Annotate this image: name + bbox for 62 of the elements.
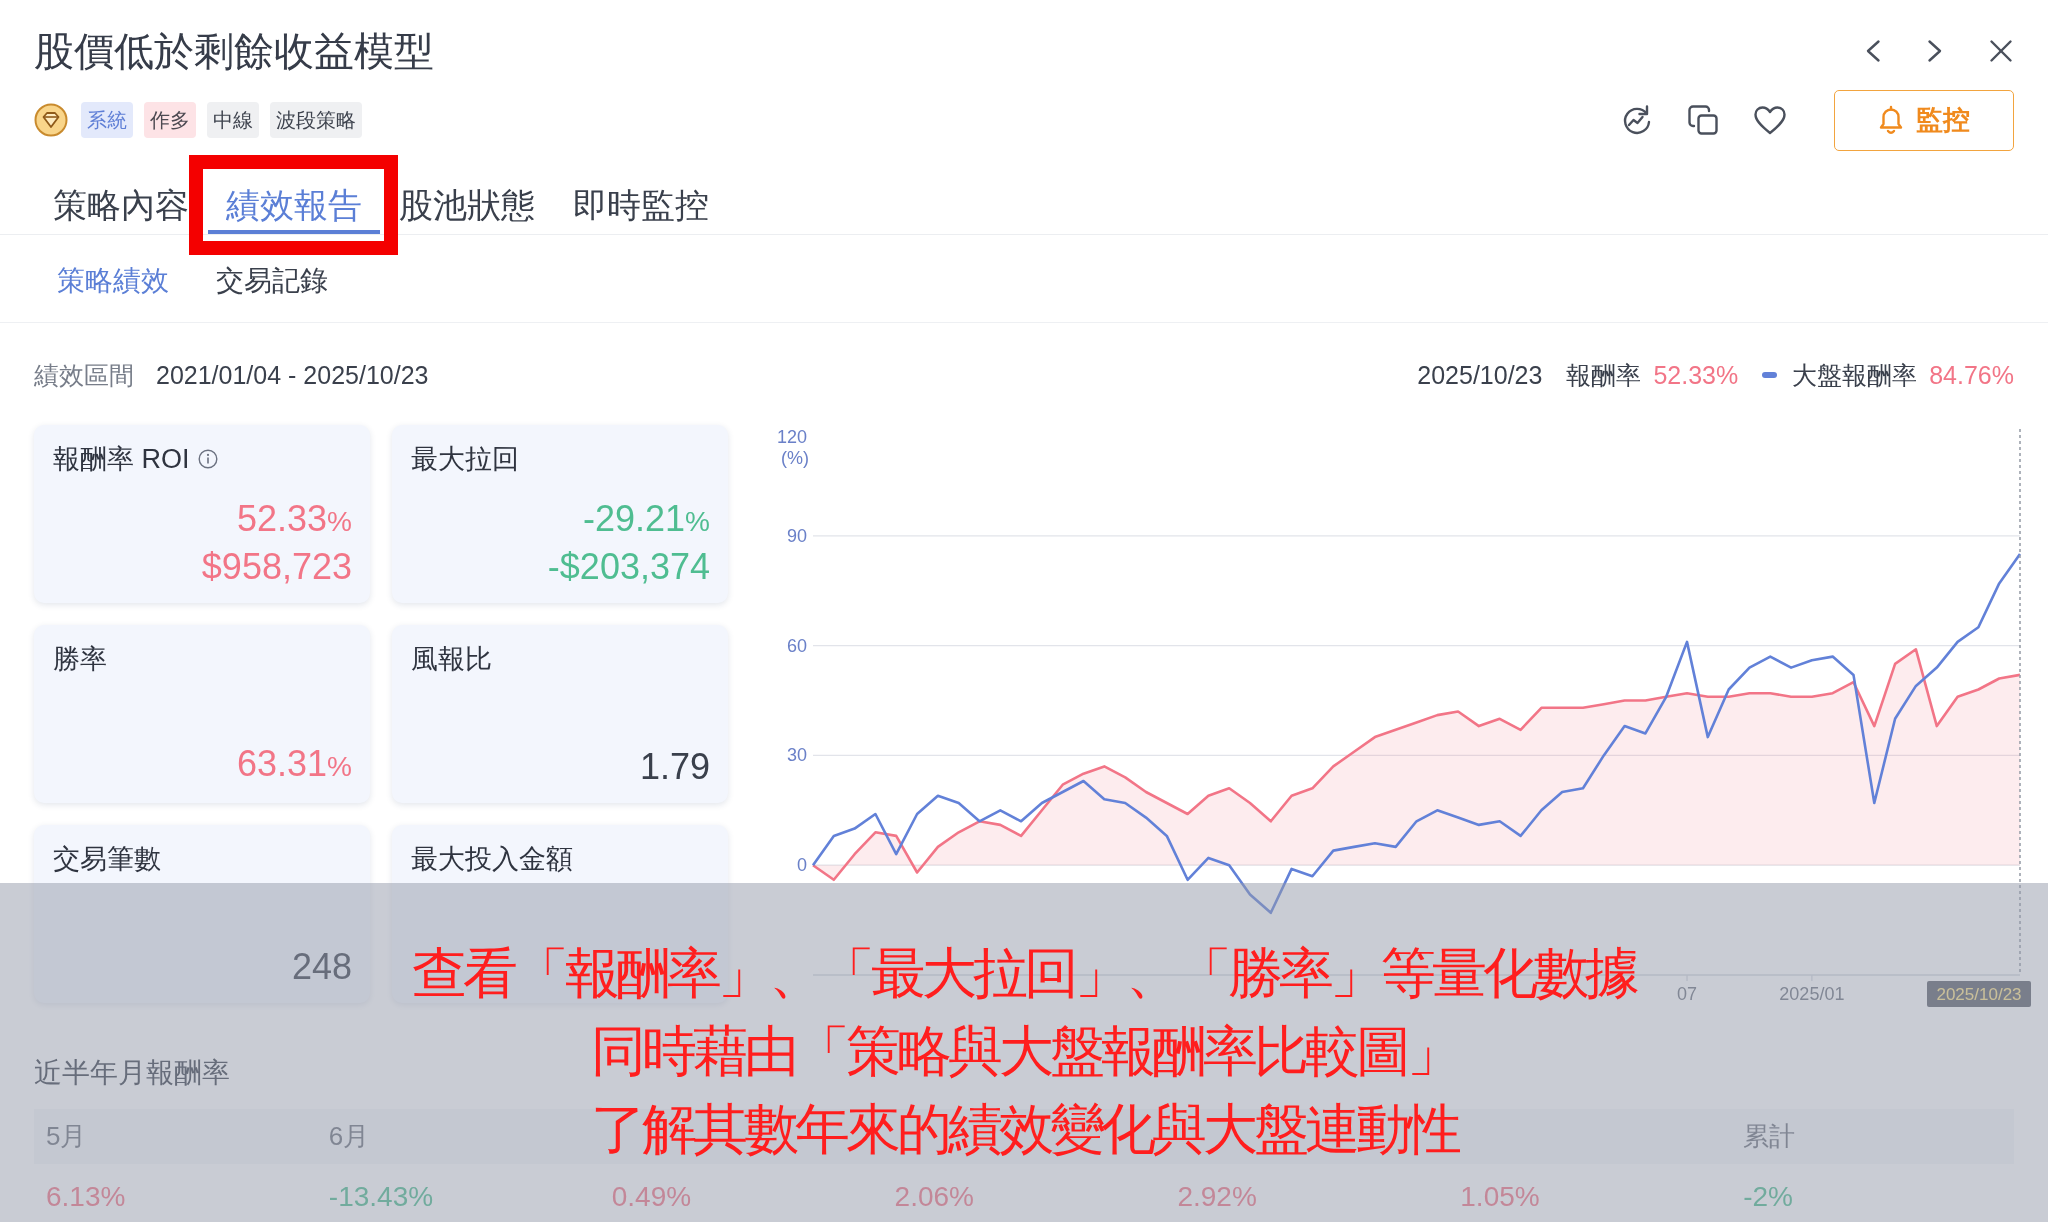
column-header: 累計 — [1743, 1121, 1796, 1151]
y-tick-label: 60 — [786, 635, 807, 656]
coin-icon — [34, 103, 68, 137]
x-tick-label: 2025/01 — [1779, 984, 1845, 1004]
card-title: 交易筆數 — [53, 843, 161, 876]
table-cell: 0.49% — [611, 1181, 692, 1212]
close-icon[interactable] — [1990, 40, 2012, 62]
chevron-right-icon[interactable] — [1928, 40, 1942, 62]
tab[interactable]: 即時監控 — [573, 182, 709, 234]
heart-icon[interactable] — [1754, 105, 1786, 135]
table-cell: 2.06% — [894, 1181, 974, 1212]
metric-value: 63.31% — [237, 742, 352, 786]
legend-label: 大盤報酬率 — [1792, 359, 1918, 391]
card-title: 風報比 — [411, 643, 492, 676]
tag: 波段策略 — [270, 102, 362, 138]
legend-value: 52.33% — [1653, 360, 1739, 390]
y-tick-label: 120 — [776, 427, 807, 447]
period-label: 績效區間 — [34, 359, 134, 391]
metric-value: 52.33% — [237, 497, 352, 541]
info-icon[interactable] — [197, 449, 218, 469]
metric-value: $958,723 — [201, 545, 352, 589]
column-header: 5月 — [46, 1121, 87, 1151]
table-cell: 2.92% — [1177, 1181, 1257, 1212]
column-header: 6月 — [328, 1121, 370, 1151]
tag: 作多 — [144, 102, 196, 138]
caption-line: 查看「報酬率」、「最大拉回」、「勝率」等量化數據 — [412, 941, 1636, 1006]
tab[interactable]: 績效報告 — [208, 182, 380, 234]
chevron-left-icon[interactable] — [1866, 40, 1880, 62]
sub-tab[interactable]: 策略績效 — [57, 264, 169, 298]
legend-label: 報酬率 — [1566, 359, 1642, 391]
table-cell: 1.05% — [1460, 1181, 1540, 1212]
metric-value: -$203,374 — [547, 545, 710, 589]
page-title: 股價低於剩餘收益模型 — [34, 28, 434, 75]
card-title: 最大拉回 — [411, 443, 519, 476]
metric-value: -29.21% — [583, 497, 710, 541]
section-title: 近半年月報酬率 — [34, 1057, 230, 1088]
bell-icon — [1878, 105, 1904, 135]
x-tick-label: 07 — [1677, 984, 1698, 1004]
axis-unit-label: (%) — [781, 448, 809, 468]
card-title: 勝率 — [53, 643, 107, 676]
tab[interactable]: 股池狀態 — [399, 182, 535, 234]
card-title: 報酬率 ROI — [53, 443, 190, 476]
period-range: 2021/01/04 - 2025/10/23 — [156, 360, 429, 390]
caption-line: 了解其數年來的績效變化與大盤連動性 — [590, 1097, 1458, 1162]
metric-value: 248 — [291, 945, 352, 989]
date-tag: 2025/10/23 — [1927, 981, 2031, 1007]
table-cell: -2% — [1743, 1181, 1793, 1212]
y-tick-label: 90 — [786, 525, 807, 546]
metric-value: 1.79 — [639, 745, 710, 789]
tab[interactable]: 策略內容 — [53, 182, 189, 234]
y-tick-label: 30 — [786, 745, 807, 766]
tag: 系統 — [81, 102, 133, 138]
legend-value: 84.76% — [1929, 360, 2014, 390]
table-cell: 6.13% — [46, 1181, 126, 1212]
table-cell: -13.43% — [328, 1181, 434, 1212]
y-tick-label: 0 — [797, 855, 807, 876]
tag: 中線 — [207, 102, 259, 138]
caption-line: 同時藉由「策略與大盤報酬率比較圖」 — [590, 1019, 1458, 1084]
legend-date: 2025/10/23 — [1417, 360, 1543, 390]
card-title: 最大投入金額 — [411, 843, 573, 876]
copy-icon[interactable] — [1688, 105, 1718, 135]
sub-tab[interactable]: 交易記錄 — [216, 264, 328, 298]
